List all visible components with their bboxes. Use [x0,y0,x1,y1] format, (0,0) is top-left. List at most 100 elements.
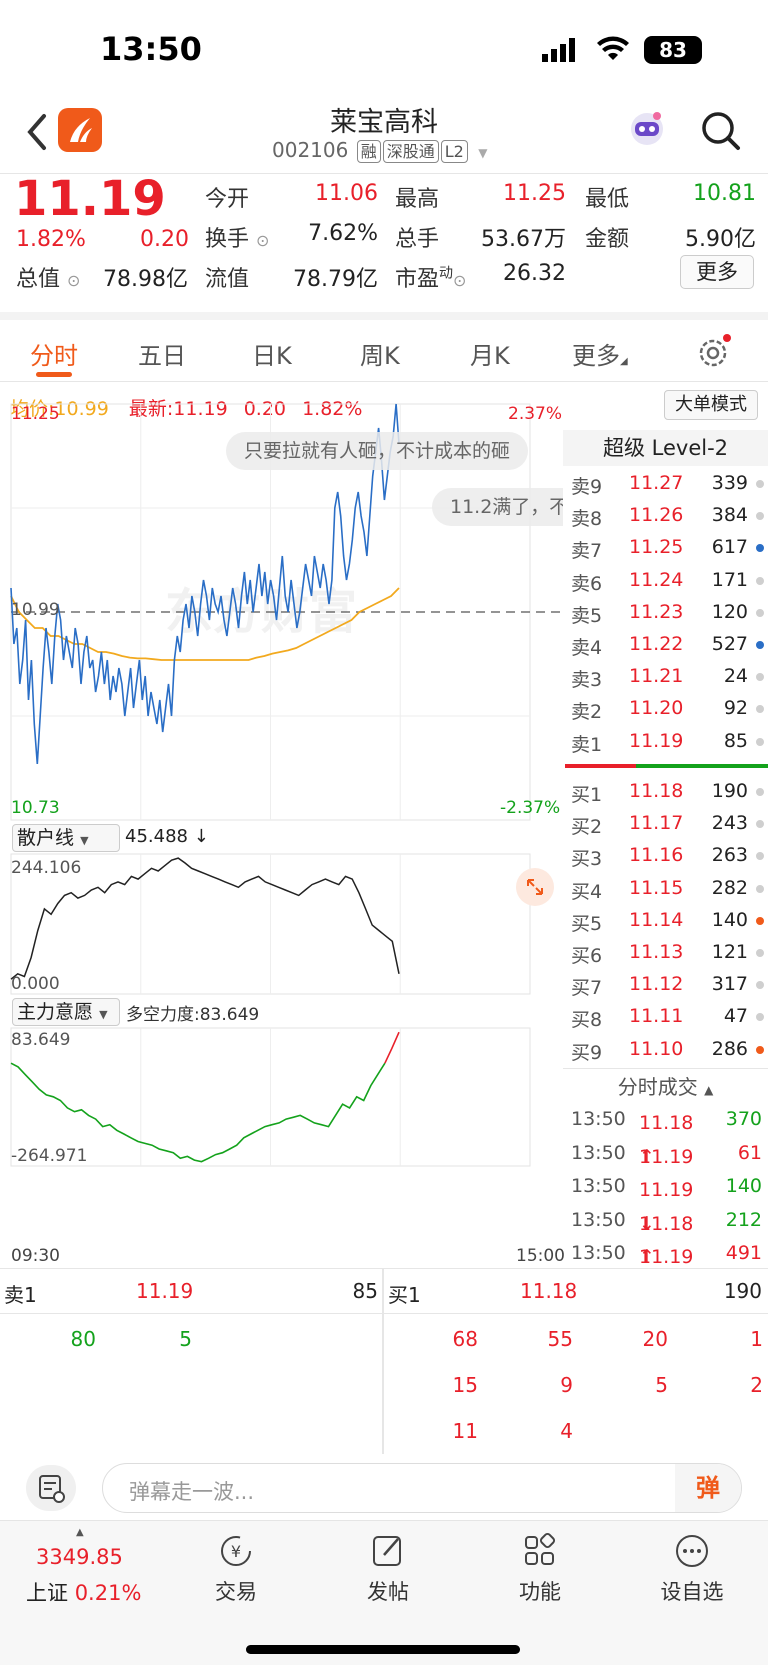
tick-volume: 370 [725,1108,762,1130]
retail-line-selector[interactable]: 散户线 ▼ [12,824,120,852]
bid-row[interactable]: 买9 11.10 286 [563,1034,768,1066]
tick-arrow: ↓ [639,1212,655,1235]
ask-price: 11.19 [629,729,684,752]
force-min-label: -264.971 [11,1146,88,1166]
ask-volume: 120 [711,600,748,623]
grid-icon [525,1532,556,1565]
buy-queue-order: 11 [452,1419,478,1443]
ask-row[interactable]: 卖7 11.25 617 [563,532,768,564]
bid-row[interactable]: 买4 11.15 282 [563,873,768,905]
settings-icon[interactable] [696,334,732,370]
danmaku-bubble-1[interactable]: 只要拉就有人砸，不计成本的砸 [226,432,529,470]
dot-icon [756,788,764,796]
dot-icon [756,512,764,521]
volume-label: 总手 [395,227,440,252]
ask-price: 11.21 [629,665,684,688]
search-icon[interactable] [700,110,742,152]
caret-icon: ◢ [620,356,628,367]
ticks-title: 分时成交 [617,1075,698,1099]
tab-more[interactable]: 更多◢ [572,336,628,371]
bid-row[interactable]: 买8 11.11 47 [563,1001,768,1033]
tick-volume: 140 [725,1175,762,1197]
signal-icon [542,38,578,62]
dot-icon [756,480,764,488]
robot-avatar-icon[interactable] [626,108,668,150]
dot-icon [756,884,764,893]
tick-time: 13:50 [571,1208,626,1231]
bid-row[interactable]: 买5 11.14 140 [563,905,768,937]
tab-weekly[interactable]: 周K [360,336,400,371]
buy-queue-order: 15 [452,1373,478,1397]
expand-icon[interactable] [516,868,554,906]
more-button[interactable]: 更多 [680,255,754,289]
wifi-icon [596,36,630,62]
bid-row[interactable]: 买2 11.17 243 [563,808,768,840]
ask-row[interactable]: 卖9 11.27 339 [563,468,768,500]
ask-volume: 527 [711,633,748,655]
turnover-label-text: 换手 [205,227,250,252]
market-cap-label[interactable]: 总值 ⊙ [16,261,80,293]
turnover-label[interactable]: 换手 ⊙ [205,221,269,253]
tick-row: 13:50 11.18 370 [563,1104,768,1136]
battery-level: 83 [659,38,687,62]
tab-functions[interactable]: 功能 [480,1531,600,1606]
tab-monthly[interactable]: 月K [470,336,510,371]
buy-queue-order: 4 [560,1419,573,1443]
turnover-value: 7.62% [308,221,378,246]
ask-volume: 85 [723,729,748,752]
danmaku-input[interactable]: 弹幕走一波... 弹 [102,1463,742,1513]
bid-label: 买1 [571,784,603,806]
retail-value: 45.488 [125,826,188,847]
ask-row[interactable]: 卖3 11.21 24 [563,661,768,693]
danmaku-send-button[interactable]: 弹 [675,1464,741,1512]
bid-price: 11.17 [629,812,684,835]
ask-row[interactable]: 卖2 11.20 92 [563,693,768,725]
info-icon: ⊙ [453,271,467,290]
bid-row[interactable]: 买6 11.13 121 [563,937,768,969]
bid-row[interactable]: 买3 11.16 263 [563,840,768,872]
pe-label[interactable]: 市盈动⊙ [395,261,466,293]
ticks-header[interactable]: 分时成交 ▲ [563,1068,768,1104]
buy-queue-order: 20 [642,1327,668,1351]
tab-5day[interactable]: 五日 [138,336,186,371]
buy-queue-order: 55 [547,1327,573,1351]
level2-header: 超级 Level-2 [563,430,768,466]
retail-min-label: 0.000 [11,974,60,994]
dropdown-icon: ▼ [80,834,89,847]
tab-post-label: 发帖 [367,1580,409,1604]
sell-queue-order: 5 [179,1327,192,1351]
danmaku-list-icon[interactable] [26,1465,76,1511]
tag-connect: 深股通 [382,140,439,163]
index-value: 3349.85 [36,1545,123,1569]
bid-volume: 140 [711,908,748,931]
tab-trade[interactable]: ¥ 交易 [176,1531,296,1606]
time-start-label: 09:30 [11,1246,60,1266]
tab-post[interactable]: 发帖 [328,1531,448,1606]
tab-intraday[interactable]: 分时 [30,336,78,371]
bid-volume: 317 [711,973,748,996]
bid-row[interactable]: 买1 11.18 190 [563,776,768,808]
ask-row[interactable]: 卖6 11.24 171 [563,565,768,597]
ask-row[interactable]: 卖8 11.26 384 [563,500,768,532]
bid-price: 11.14 [629,908,684,931]
ask-price: 11.24 [629,568,684,591]
bid-volume: 47 [723,1005,748,1028]
bid-row[interactable]: 买7 11.12 317 [563,969,768,1001]
ask-row[interactable]: 卖4 11.22 527 [563,629,768,661]
big-order-mode-button[interactable]: 大单模式 [664,390,758,420]
bid-label: 买5 [571,912,603,935]
index-name: 上证 [26,1581,68,1605]
home-indicator [246,1645,520,1654]
ask-label: 卖1 [571,733,603,756]
tab-watchlist-label: 设自选 [660,1580,724,1604]
tab-daily[interactable]: 日K [252,336,292,371]
main-force-selector[interactable]: 主力意愿 ▼ [12,998,120,1026]
ask-row[interactable]: 卖5 11.23 120 [563,597,768,629]
ask-row[interactable]: 卖1 11.19 85 [563,726,768,758]
danmaku-bubble-2[interactable]: 11.2满了，不 [432,488,563,526]
tab-watchlist[interactable]: 设自选 [632,1531,752,1606]
pe-label-text: 市盈 [395,267,440,292]
ask-label: 卖5 [571,604,603,627]
stock-code-row[interactable]: 002106 融深股通 L2 ▼ [272,138,487,163]
bid-label: 买2 [571,816,603,839]
